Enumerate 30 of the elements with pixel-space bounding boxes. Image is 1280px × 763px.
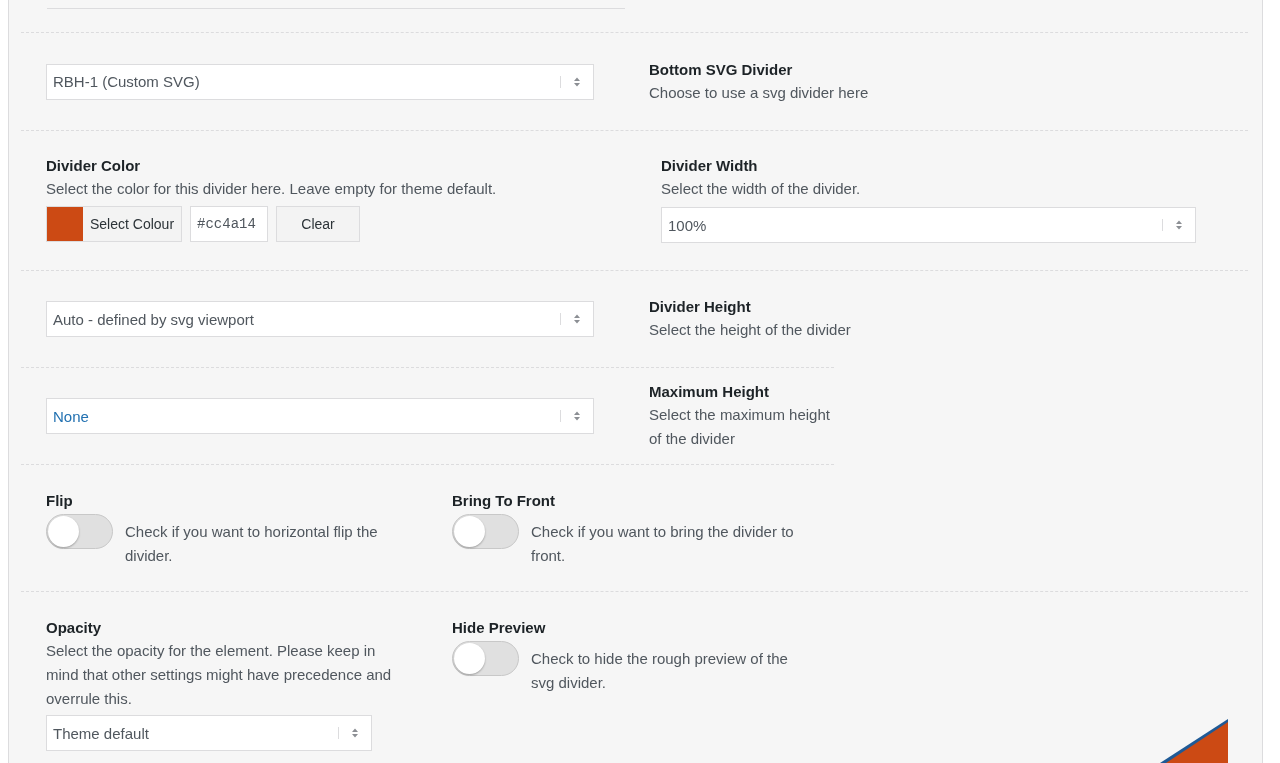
field-description: Select the maximum height of the divider: [649, 405, 831, 449]
divider-select[interactable]: RBH-1 (Custom SVG): [46, 63, 594, 100]
field-title: Bring To Front: [452, 491, 557, 511]
toggle-switch[interactable]: [46, 514, 113, 549]
field-title: Bottom SVG Divider: [649, 59, 794, 80]
toggle-switch[interactable]: [452, 514, 519, 549]
field-title: Divider Width: [661, 156, 759, 176]
field-title: Divider Height: [649, 297, 752, 317]
field-title: Flip: [46, 491, 74, 511]
divider-preview-drawing: [1160, 719, 1228, 763]
field-description: Check if you want to horizontal flip the divider.: [125, 522, 379, 566]
field-title: Hide Preview: [452, 618, 547, 638]
hex-color-field[interactable]: #cc4a14: [190, 206, 269, 242]
field-description: Check if you want to bring the divider to front.: [531, 522, 795, 566]
height-select[interactable]: Auto - defined by svg viewport: [46, 301, 594, 337]
opacity-select[interactable]: Theme default: [46, 715, 372, 751]
field-title: Opacity: [46, 618, 103, 638]
width-select[interactable]: 100%: [661, 207, 1196, 243]
maximum-height-select[interactable]: None: [46, 398, 594, 434]
field-title: Divider Color: [46, 156, 142, 176]
field-description: Select the width of the divider.: [661, 179, 862, 199]
field-description: Check to hide the rough preview of the svg divider.: [531, 649, 789, 693]
select-colour-button[interactable]: Select Colour: [46, 206, 183, 242]
toggle-switch[interactable]: [452, 641, 519, 676]
field-description: Select the opacity for the element. Please keep in mind that other settings might have precedence and overrule this.: [46, 641, 393, 709]
clear-button[interactable]: Clear: [276, 206, 361, 242]
field-description: Select the height of the divider: [649, 320, 852, 340]
field-description: Select the color for this divider here. Leave empty for theme default.: [46, 179, 498, 199]
field-description: Choose to use a svg divider here: [649, 82, 870, 103]
field-title: Maximum Height: [649, 382, 770, 402]
